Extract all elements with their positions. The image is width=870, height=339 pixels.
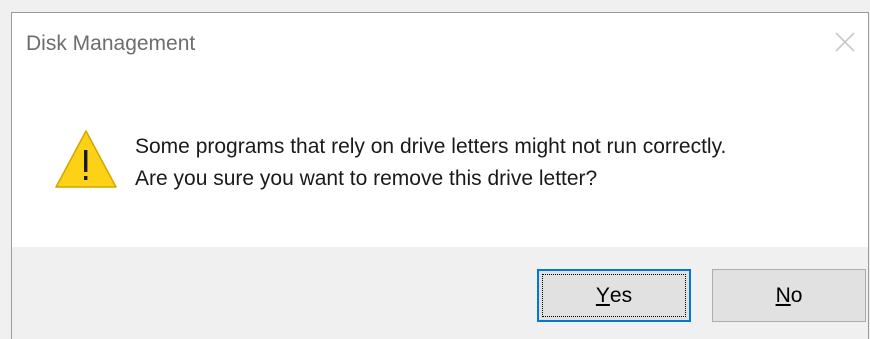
dialog-title: Disk Management [26, 32, 196, 55]
message-line-1: Some programs that rely on drive letters… [135, 135, 727, 158]
message-dialog: Disk Management Some programs that rely … [11, 12, 869, 339]
no-button[interactable]: No [712, 269, 866, 322]
close-icon [835, 32, 855, 52]
button-bar: Yes No [12, 247, 868, 339]
warning-icon [55, 130, 117, 188]
no-accelerator-key: N [775, 283, 791, 307]
dialog-content: Some programs that rely on drive letters… [12, 73, 868, 247]
yes-button-label-rest: es [609, 283, 633, 307]
yes-accelerator-key: Y [595, 283, 610, 307]
yes-button[interactable]: Yes [537, 269, 691, 322]
close-button[interactable] [828, 25, 862, 59]
message-line-2: Are you sure you want to remove this dri… [135, 167, 598, 190]
no-button-label-rest: o [790, 283, 803, 307]
title-bar[interactable]: Disk Management [12, 13, 868, 73]
dialog-message: Some programs that rely on drive letters… [135, 131, 726, 195]
